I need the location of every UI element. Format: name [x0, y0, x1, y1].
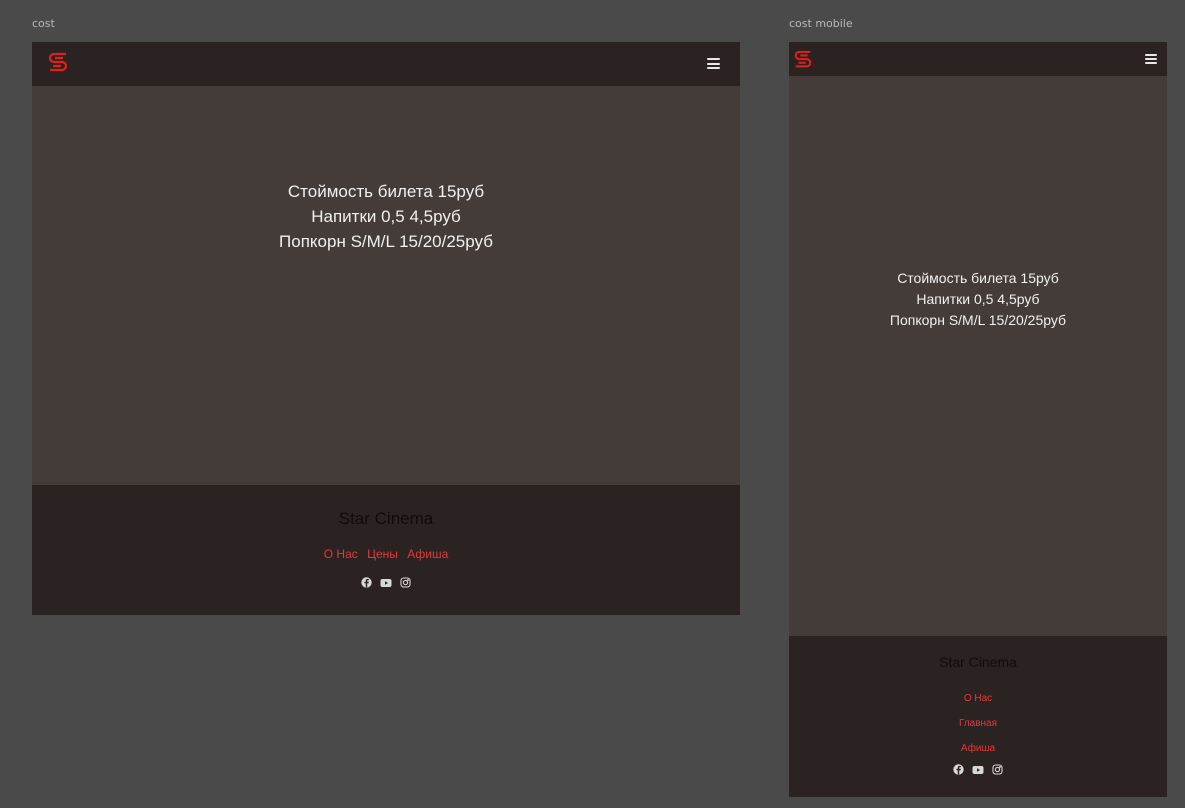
- footer-link-about[interactable]: О Нас: [324, 547, 358, 561]
- footer-brand: Star Cinema: [939, 654, 1017, 670]
- price-ticket: Стоймость билета 15руб: [287, 182, 485, 201]
- footer-link-schedule[interactable]: Афиша: [789, 736, 1167, 761]
- footer-links: О Нас Главная Афиша: [789, 686, 1167, 761]
- hamburger-menu-icon[interactable]: [707, 58, 720, 69]
- footer-link-about[interactable]: О Нас: [789, 686, 1167, 711]
- top-nav: [32, 42, 740, 86]
- instagram-icon[interactable]: [992, 764, 1003, 775]
- facebook-icon[interactable]: [361, 577, 372, 588]
- top-nav: [789, 42, 1167, 76]
- frame-label-desktop: cost: [32, 17, 55, 30]
- mobile-frame: Стоймость билета 15руб Напитки 0,5 4,5ру…: [789, 42, 1167, 797]
- footer: Star Cinema О Нас Цены Афиша: [32, 485, 740, 615]
- footer-link-home[interactable]: Главная: [789, 711, 1167, 736]
- footer: Star Cinema О Нас Главная Афиша: [789, 636, 1167, 797]
- footer-link-prices[interactable]: Цены: [367, 547, 398, 561]
- price-list: Стоймость билета 15руб Напитки 0,5 4,5ру…: [789, 268, 1167, 331]
- footer-link-schedule[interactable]: Афиша: [407, 547, 448, 561]
- star-cinema-logo-icon[interactable]: [793, 48, 813, 72]
- price-list: Стоймость билета 15руб Напитки 0,5 4,5ру…: [32, 179, 740, 254]
- instagram-icon[interactable]: [400, 577, 411, 588]
- facebook-icon[interactable]: [953, 764, 964, 775]
- youtube-icon[interactable]: [972, 765, 984, 775]
- social-icons: [789, 764, 1167, 775]
- star-cinema-logo-icon[interactable]: [47, 51, 69, 75]
- price-popcorn: Попкорн S/M/L 15/20/25руб: [889, 312, 1067, 328]
- frame-label-mobile: cost mobile: [789, 17, 853, 30]
- footer-brand: Star Cinema: [338, 509, 434, 528]
- price-drinks: Напитки 0,5 4,5руб: [311, 207, 461, 226]
- social-icons: [32, 577, 740, 588]
- hamburger-menu-icon[interactable]: [1145, 54, 1157, 64]
- desktop-frame: Стоймость билета 15руб Напитки 0,5 4,5ру…: [32, 42, 740, 615]
- price-ticket: Стоймость билета 15руб: [897, 270, 1059, 286]
- price-drinks: Напитки 0,5 4,5руб: [916, 291, 1040, 307]
- footer-links: О Нас Цены Афиша: [32, 547, 740, 561]
- price-popcorn: Попкорн S/M/L 15/20/25руб: [279, 232, 493, 251]
- youtube-icon[interactable]: [380, 578, 392, 588]
